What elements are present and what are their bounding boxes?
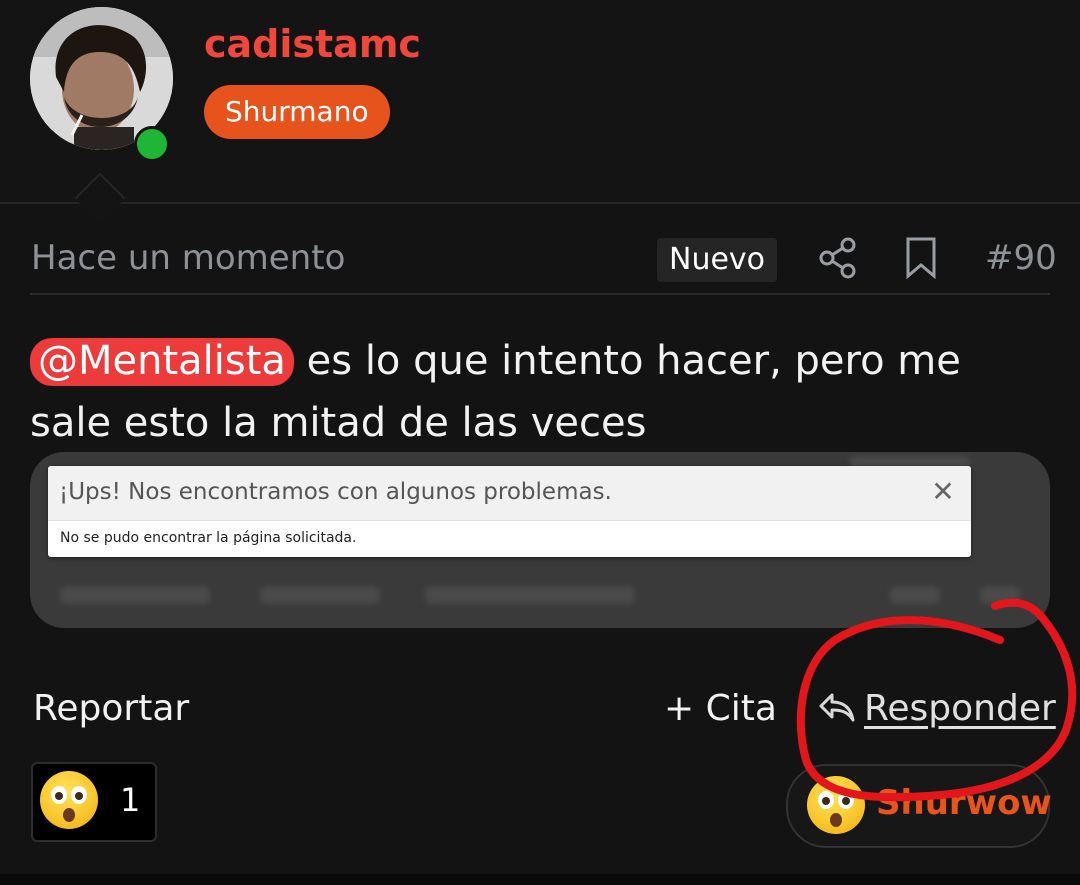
bookmark-icon[interactable] <box>904 236 938 280</box>
meta-divider <box>30 293 1050 295</box>
user-role-badge: Shurmano <box>204 85 390 139</box>
astonished-face-icon <box>807 776 865 834</box>
reply-label: Responder <box>864 688 1056 729</box>
header-divider <box>0 202 1080 204</box>
reply-icon <box>818 690 856 722</box>
new-badge: Nuevo <box>657 238 778 282</box>
user-mention[interactable]: @Mentalista <box>30 338 294 386</box>
post-body: @Mentalista es lo que intento hacer, per… <box>30 330 1050 454</box>
close-icon: ✕ <box>931 475 955 508</box>
online-status-dot <box>134 126 170 162</box>
error-title: ¡Ups! Nos encontramos con algunos proble… <box>59 479 612 505</box>
error-dialog: ¡Ups! Nos encontramos con algunos proble… <box>48 466 971 557</box>
error-dialog-header: ¡Ups! Nos encontramos con algunos proble… <box>48 466 971 521</box>
shurwow-label: Shurwow <box>876 783 1052 823</box>
post-number-link[interactable]: #90 <box>985 238 1057 278</box>
reaction-count: 1 <box>120 781 141 819</box>
reply-button[interactable]: Responder <box>818 688 1056 729</box>
post-timestamp[interactable]: Hace un momento <box>31 238 345 278</box>
bottom-edge <box>0 874 1080 885</box>
username[interactable]: cadistamc <box>204 22 421 66</box>
report-button[interactable]: Reportar <box>33 688 189 729</box>
cite-button[interactable]: + Cita <box>664 688 777 729</box>
astonished-face-icon <box>40 771 98 829</box>
error-message: No se pudo encontrar la página solicitad… <box>60 530 357 546</box>
share-icon[interactable] <box>818 237 858 279</box>
